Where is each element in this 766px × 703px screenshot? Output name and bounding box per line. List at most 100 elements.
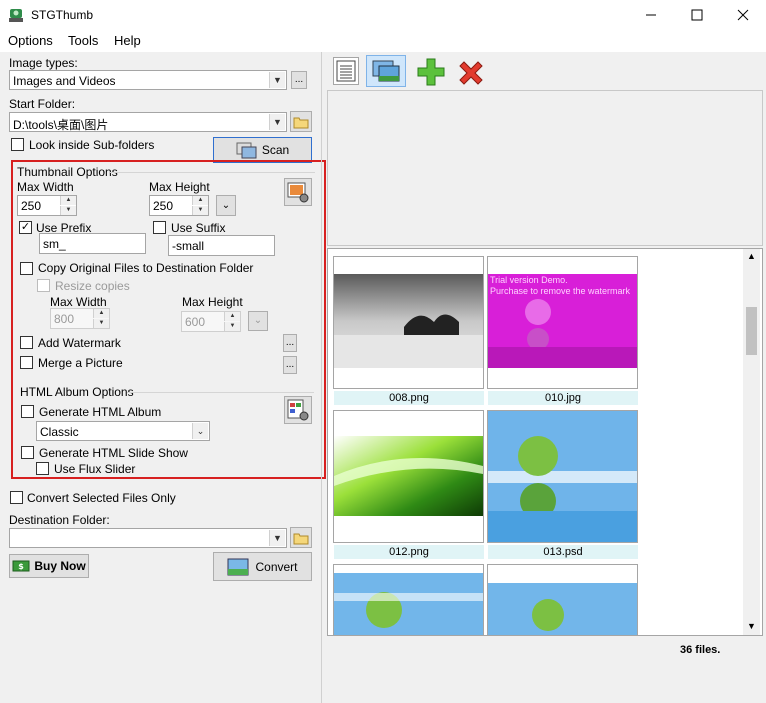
image-types-value: Images and Videos (13, 74, 116, 88)
remove-button[interactable] (456, 58, 486, 88)
browse-start-folder-button[interactable] (290, 111, 312, 132)
svg-text:$: $ (19, 562, 25, 571)
resize-copies-label: Resize copies (55, 279, 130, 293)
thumbnail-options-label: Thumbnail Options (17, 165, 118, 179)
copy-max-width-spinner[interactable]: 800 ▲ ▼ (50, 308, 110, 329)
copy-original-checkbox[interactable] (20, 262, 33, 275)
thumbnail-image (488, 583, 637, 635)
size-preset-dropdown[interactable]: ⌄ (216, 195, 236, 216)
chevron-down-icon: ▼ (269, 114, 285, 130)
scroll-down-icon[interactable]: ▼ (743, 621, 760, 631)
preview-area (327, 90, 763, 246)
thumbnail-settings-button[interactable] (284, 178, 312, 206)
menu-help[interactable]: Help (114, 33, 141, 48)
spin-up-icon[interactable]: ▲ (192, 196, 208, 205)
spin-up-icon[interactable]: ▲ (93, 309, 109, 318)
list-view-button[interactable] (333, 57, 359, 85)
spin-down-icon[interactable]: ▼ (192, 206, 208, 215)
chevron-down-icon: ⌄ (192, 423, 208, 439)
merge-picture-checkbox[interactable] (20, 356, 33, 369)
thumbnail-item[interactable] (487, 564, 638, 635)
max-height-spinner[interactable]: 250 ▲ ▼ (149, 195, 209, 216)
max-width-spinner[interactable]: 250 ▲ ▼ (17, 195, 77, 216)
image-types-more-button[interactable]: ... (291, 71, 307, 89)
add-watermark-label: Add Watermark (38, 336, 121, 350)
thumbnail-item[interactable] (333, 410, 484, 543)
generate-slideshow-checkbox[interactable] (21, 446, 34, 459)
thumbnail-label: 010.jpg (488, 391, 638, 405)
copy-size-preset-dropdown[interactable]: ⌄ (248, 311, 268, 331)
minimize-button[interactable] (628, 0, 674, 30)
resize-copies-checkbox[interactable] (37, 279, 50, 292)
menu-options[interactable]: Options (8, 33, 53, 48)
prefix-input[interactable]: sm_ (39, 233, 146, 254)
thumbnail-view-button[interactable] (366, 55, 406, 87)
scan-icon (236, 142, 257, 159)
browse-destination-button[interactable] (290, 527, 312, 548)
image-types-select[interactable]: Images and Videos ▼ (9, 70, 287, 90)
image-settings-icon (287, 182, 309, 203)
folder-icon (293, 117, 309, 129)
buy-now-label: Buy Now (34, 559, 86, 573)
add-button[interactable] (416, 57, 446, 87)
thumbnail-image (334, 274, 483, 368)
add-watermark-checkbox[interactable] (20, 336, 33, 349)
html-album-settings-button[interactable] (284, 396, 312, 424)
watermark-more-button[interactable]: ... (283, 334, 297, 352)
vertical-scrollbar[interactable]: ▲ ▼ (743, 249, 760, 635)
copy-max-height-value: 600 (185, 315, 206, 329)
suffix-value: -small (172, 239, 204, 253)
watermark-text-2: Purchase to remove the watermark (490, 286, 631, 296)
use-flux-checkbox[interactable] (36, 462, 49, 475)
convert-label: Convert (255, 559, 298, 574)
spin-down-icon[interactable]: ▼ (224, 322, 240, 331)
copy-max-height-spinner[interactable]: 600 ▲ ▼ (181, 311, 241, 332)
folder-icon (293, 533, 309, 545)
panel-splitter[interactable] (321, 52, 322, 703)
use-suffix-checkbox[interactable] (153, 221, 166, 234)
thumbnail-item[interactable] (333, 564, 484, 635)
merge-more-button[interactable]: ... (283, 356, 297, 374)
window-title: STGThumb (31, 8, 94, 22)
copy-max-width-label: Max Width (50, 295, 107, 309)
thumbnail-item[interactable] (333, 256, 484, 389)
generate-html-album-label: Generate HTML Album (39, 405, 162, 419)
watermark-text-1: Trial version Demo. (490, 275, 568, 285)
convert-selected-checkbox[interactable] (10, 491, 23, 504)
group-separator (127, 392, 314, 393)
scrollbar-thumb[interactable] (746, 307, 757, 355)
album-template-select[interactable]: Classic ⌄ (36, 421, 210, 441)
spin-down-icon[interactable]: ▼ (60, 206, 76, 215)
suffix-input[interactable]: -small (168, 235, 275, 256)
thumbnail-image (488, 411, 637, 542)
look-inside-sub-label: Look inside Sub-folders (29, 138, 155, 152)
buy-now-button[interactable]: $ Buy Now (9, 554, 89, 578)
cart-icon: $ (12, 560, 30, 572)
max-width-label: Max Width (17, 180, 74, 194)
destination-folder-select[interactable]: ▼ (9, 528, 287, 548)
convert-icon (227, 558, 249, 575)
scroll-up-icon[interactable]: ▲ (743, 251, 760, 261)
close-button[interactable] (720, 0, 766, 30)
max-height-label: Max Height (149, 180, 210, 194)
plus-icon (417, 58, 445, 86)
merge-picture-label: Merge a Picture (38, 356, 123, 370)
spin-up-icon[interactable]: ▲ (60, 196, 76, 205)
copy-max-width-value: 800 (54, 312, 75, 326)
look-inside-sub-checkbox[interactable] (11, 138, 24, 151)
start-folder-select[interactable]: D:\tools\桌面\图片 ▼ (9, 112, 287, 132)
start-folder-value: D:\tools\桌面\图片 (13, 118, 109, 132)
generate-html-album-checkbox[interactable] (21, 405, 34, 418)
maximize-button[interactable] (674, 0, 720, 30)
menu-tools[interactable]: Tools (68, 33, 98, 48)
prefix-value: sm_ (43, 237, 66, 251)
list-view-icon (336, 60, 356, 82)
use-prefix-checkbox[interactable]: ✓ (19, 221, 32, 234)
spin-up-icon[interactable]: ▲ (224, 312, 240, 321)
delete-x-icon (459, 61, 483, 85)
album-template-value: Classic (40, 425, 79, 439)
thumbnail-item[interactable] (487, 410, 638, 543)
thumbnail-label: 012.png (334, 545, 484, 559)
spin-down-icon[interactable]: ▼ (93, 319, 109, 328)
convert-button[interactable]: Convert (213, 552, 312, 581)
